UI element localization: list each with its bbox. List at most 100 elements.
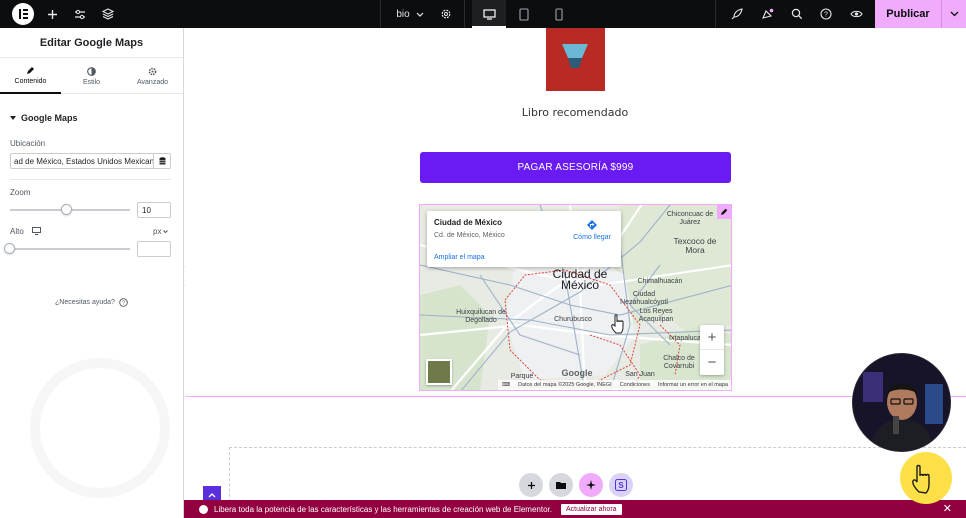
map-zoom-in-button[interactable]: + bbox=[700, 325, 724, 350]
help-icon: ? bbox=[119, 298, 128, 307]
presenter-video bbox=[853, 354, 950, 451]
divider bbox=[715, 0, 716, 28]
enlarge-map-link[interactable]: Ampliar el mapa bbox=[434, 254, 485, 261]
starter-kit-button[interactable]: S bbox=[609, 473, 633, 497]
book-illustration bbox=[562, 44, 588, 68]
plus-icon bbox=[527, 481, 535, 489]
help-link[interactable]: ¿Necesitas ayuda? ? bbox=[0, 298, 183, 307]
pencil-icon bbox=[721, 208, 728, 215]
database-icon bbox=[159, 157, 165, 165]
tablet-icon[interactable] bbox=[514, 0, 534, 28]
map-label: Huixquilucan de Degollado bbox=[456, 309, 506, 324]
gear-icon bbox=[148, 67, 157, 75]
place-name: Ciudad de México bbox=[434, 218, 503, 227]
location-label: Ubicación bbox=[10, 139, 46, 148]
banner-text: Libera toda la potencia de las caracterí… bbox=[214, 504, 552, 514]
rocket-icon[interactable] bbox=[727, 0, 747, 28]
top-bar: bio ? Publicar bbox=[0, 0, 966, 28]
section-toggle[interactable]: Google Maps bbox=[10, 113, 78, 123]
map-label: Los Reyes Acaquilpan bbox=[638, 308, 674, 323]
book-cover-image[interactable] bbox=[546, 28, 605, 91]
desktop-icon bbox=[32, 227, 41, 235]
directions-label: Cómo llegar bbox=[573, 234, 611, 241]
tab-estilo[interactable]: Estilo bbox=[61, 58, 122, 94]
chevron-up-icon bbox=[208, 493, 216, 498]
plus-icon[interactable] bbox=[42, 0, 62, 28]
satellite-toggle[interactable] bbox=[426, 359, 452, 385]
publish-button[interactable]: Publicar bbox=[875, 0, 941, 28]
height-slider-track[interactable] bbox=[10, 248, 130, 250]
help-icon[interactable]: ? bbox=[816, 0, 836, 28]
add-element-tools: S bbox=[519, 473, 633, 497]
chevron-down-icon bbox=[163, 230, 169, 234]
sliders-icon[interactable] bbox=[70, 0, 90, 28]
divider bbox=[10, 179, 171, 180]
tab-contenido[interactable]: Contenido bbox=[0, 58, 61, 94]
page-name: bio bbox=[396, 8, 410, 20]
divider bbox=[380, 0, 381, 28]
map-label: Ciudad de México bbox=[552, 267, 608, 292]
webcam-overlay bbox=[852, 353, 951, 452]
pay-consulting-button[interactable]: PAGAR ASESORÍA $999 bbox=[420, 152, 731, 183]
directions-link[interactable]: Cómo llegar bbox=[569, 219, 615, 241]
height-input[interactable] bbox=[137, 241, 171, 257]
book-caption: Libro recomendado bbox=[521, 106, 629, 119]
height-label: Alto bbox=[10, 227, 24, 236]
templates-button[interactable] bbox=[549, 473, 573, 497]
place-address: Cd. de México, México bbox=[434, 232, 505, 239]
layers-icon[interactable] bbox=[98, 0, 118, 28]
close-icon[interactable]: ✕ bbox=[943, 502, 952, 515]
sparkle-icon bbox=[586, 480, 596, 490]
map-data-text: Datos del mapa ©2025 Google, INEGI bbox=[518, 382, 612, 388]
map-label: Ciudad Nezahualcóyotl bbox=[620, 291, 668, 306]
notifications-icon[interactable] bbox=[757, 0, 777, 28]
map-label: Chiconcuac de Juárez bbox=[666, 211, 714, 226]
map-label: San Juan bbox=[625, 371, 655, 378]
map-attribution: ⌨ Datos del mapa ©2025 Google, INEGI Con… bbox=[498, 380, 731, 390]
elementor-logo-icon[interactable] bbox=[12, 3, 34, 25]
map-label: Churubusco bbox=[554, 316, 592, 323]
add-section-button[interactable] bbox=[519, 473, 543, 497]
unit-selector[interactable]: px bbox=[153, 227, 169, 236]
editor-panel: Editar Google Maps Contenido Estilo Avan… bbox=[0, 28, 184, 518]
map-zoom-out-button[interactable]: − bbox=[700, 350, 724, 375]
preview-canvas: Libro recomendado PAGAR ASESORÍA $999 Ch… bbox=[185, 28, 966, 507]
page-selector[interactable]: bio bbox=[388, 0, 432, 28]
google-map[interactable]: Chiconcuac de Juárez Texcoco de Mora Ciu… bbox=[419, 204, 732, 391]
location-input[interactable]: ad de México, Estados Unidos Mexicanos bbox=[10, 153, 154, 169]
tab-label: Avanzado bbox=[136, 78, 168, 86]
s-logo-icon: S bbox=[615, 479, 627, 491]
report-error-link[interactable]: Informar un error en el mapa bbox=[658, 382, 728, 388]
edit-widget-button[interactable] bbox=[717, 205, 731, 219]
dynamic-tags-button[interactable] bbox=[154, 153, 171, 169]
svg-text:?: ? bbox=[122, 301, 125, 307]
map-label: Chimalhuacán bbox=[637, 278, 683, 285]
ai-button[interactable] bbox=[579, 473, 603, 497]
terms-link[interactable]: Condiciones bbox=[620, 382, 650, 388]
search-icon[interactable] bbox=[787, 0, 807, 28]
directions-icon bbox=[587, 220, 597, 230]
height-slider-thumb[interactable] bbox=[4, 243, 15, 254]
eye-icon[interactable] bbox=[846, 0, 866, 28]
zoom-slider-thumb[interactable] bbox=[60, 204, 72, 215]
gear-icon[interactable] bbox=[436, 0, 456, 28]
map-label: Chalco de Covarrubi bbox=[663, 355, 695, 370]
publish-options-button[interactable] bbox=[941, 0, 966, 28]
place-card: Ciudad de México Cd. de México, México C… bbox=[427, 211, 621, 267]
keyboard-shortcuts-icon[interactable]: ⌨ bbox=[502, 382, 510, 388]
section-title: Google Maps bbox=[21, 113, 78, 123]
desktop-icon[interactable] bbox=[472, 0, 506, 28]
half-circle-icon bbox=[87, 66, 96, 76]
watermark-logo bbox=[30, 358, 170, 498]
upgrade-button[interactable]: Actualizar ahora bbox=[560, 503, 622, 515]
tab-avanzado[interactable]: Avanzado bbox=[122, 58, 183, 94]
pointing-hand-icon bbox=[900, 452, 952, 504]
pencil-icon bbox=[27, 66, 34, 74]
svg-text:?: ? bbox=[824, 12, 828, 19]
mobile-icon[interactable] bbox=[549, 0, 569, 28]
map-label: Texcoco de Mora bbox=[673, 236, 717, 255]
tab-label: Estilo bbox=[82, 78, 101, 86]
unit-label: px bbox=[153, 227, 162, 236]
zoom-input[interactable]: 10 bbox=[137, 202, 171, 218]
upgrade-banner: Libera toda la potencia de las caracterí… bbox=[184, 500, 966, 518]
